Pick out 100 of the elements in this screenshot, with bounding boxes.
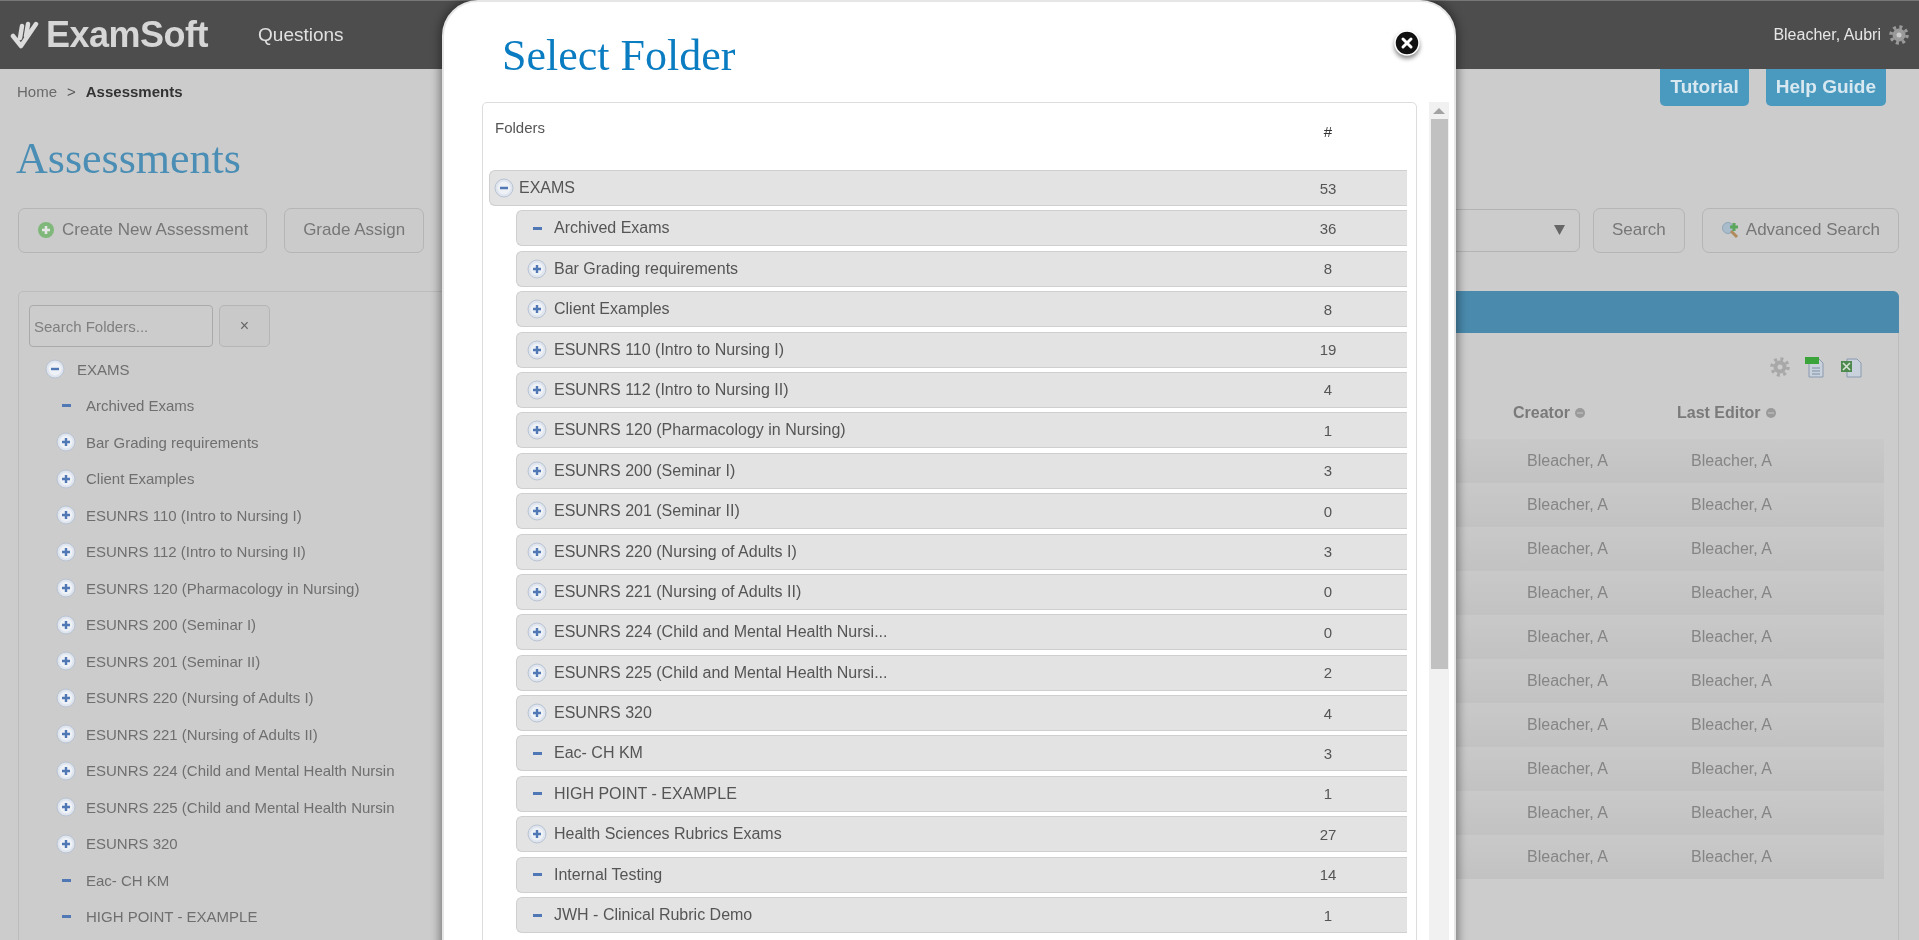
expand-icon[interactable]	[527, 662, 547, 683]
folder-name: EXAMS	[519, 179, 576, 197]
close-button[interactable]	[1394, 30, 1420, 56]
help-button[interactable]: Tutorial	[1660, 69, 1749, 106]
folder-row[interactable]: ESUNRS 225 (Child and Mental Health Nursi... 2	[516, 654, 1407, 691]
expand-icon[interactable]	[527, 420, 547, 441]
folder-name: ESUNRS 110 (Intro to Nursing I)	[554, 340, 785, 359]
csv-file-icon[interactable]	[1804, 356, 1826, 378]
dash-icon	[532, 873, 542, 877]
expand-icon[interactable]	[527, 703, 547, 724]
folder-count: 1	[1322, 906, 1334, 924]
column-header[interactable]: Creator	[1513, 404, 1677, 422]
expand-icon[interactable]	[527, 581, 547, 602]
folder-row[interactable]: ESUNRS 221 (Nursing of Adults II) 0	[516, 573, 1407, 610]
table-cell-text: Bleacher, A	[1691, 804, 1773, 822]
folder-name[interactable]: ESUNRS 200 (Seminar I)	[86, 616, 257, 634]
folder-row[interactable]: JWH - Clinical Rubric Demo 1	[516, 897, 1407, 934]
nav-link[interactable]: Questions	[258, 24, 344, 46]
collapse-icon[interactable]	[494, 178, 514, 198]
folder-name[interactable]: ESUNRS 221 (Nursing of Adults II)	[86, 725, 318, 743]
expand-icon[interactable]	[56, 614, 76, 635]
folder-name[interactable]: ESUNRS 201 (Seminar II)	[86, 652, 261, 670]
breadcrumb-link[interactable]: Home	[17, 83, 57, 100]
folder-name: Archived Exams	[554, 219, 671, 238]
folder-row[interactable]: Internal Testing 14	[516, 856, 1407, 893]
scrollbar[interactable]	[1429, 102, 1449, 940]
table-cell-text: Bleacher, A	[1527, 760, 1609, 778]
folder-row[interactable]: ESUNRS 320 4	[516, 695, 1407, 732]
settings-icon[interactable]	[1889, 25, 1909, 45]
folder-name[interactable]: EXAMS	[77, 360, 130, 378]
folder-row[interactable]: ESUNRS 200 (Seminar I) 3	[516, 452, 1407, 489]
folder-count: 14	[1318, 866, 1338, 884]
table-cell-text: Bleacher, A	[1527, 628, 1609, 646]
expand-icon[interactable]	[527, 299, 547, 320]
expand-icon[interactable]	[56, 578, 76, 599]
dialog-title: Select Folder	[502, 30, 736, 81]
expand-icon[interactable]	[527, 460, 547, 481]
folder-name[interactable]: ESUNRS 320	[86, 835, 178, 853]
folder-count: 0	[1322, 502, 1334, 520]
folder-name[interactable]: ESUNRS 224 (Child and Mental Health Nursin	[86, 762, 395, 780]
folder-row[interactable]: ESUNRS 120 (Pharmacology in Nursing) 1	[516, 412, 1407, 449]
advanced-search-button[interactable]: Advanced Search	[1701, 207, 1899, 253]
expand-icon[interactable]	[56, 541, 76, 562]
folder-row[interactable]: ESUNRS 201 (Seminar II) 0	[516, 493, 1407, 530]
folder-name[interactable]: Archived Exams	[86, 397, 195, 415]
folder-name: ESUNRS 225 (Child and Mental Health Nursi...	[554, 663, 889, 682]
folder-row[interactable]: ESUNRS 110 (Intro to Nursing I) 19	[516, 331, 1407, 368]
help-button[interactable]: Help Guide	[1765, 69, 1886, 106]
expand-icon[interactable]	[527, 379, 547, 400]
folder-row[interactable]: ESUNRS 220 (Nursing of Adults I) 3	[516, 533, 1407, 570]
toolbar-button[interactable]: Create New Assessment	[18, 207, 268, 253]
expand-icon[interactable]	[56, 797, 76, 818]
expand-icon[interactable]	[527, 258, 547, 279]
folder-name[interactable]: ESUNRS 120 (Pharmacology in Nursing)	[86, 579, 360, 597]
folder-name: ESUNRS 221 (Nursing of Adults II)	[554, 582, 803, 601]
folder-row[interactable]: ESUNRS 112 (Intro to Nursing II) 4	[516, 371, 1407, 408]
folder-name[interactable]: Client Examples	[86, 470, 195, 488]
folder-name: ESUNRS 224 (Child and Mental Health Nursi...	[554, 623, 889, 642]
folder-row[interactable]: ESUNRS 224 (Child and Mental Health Nursi... 0	[516, 614, 1407, 651]
folder-count: 0	[1322, 583, 1334, 601]
folder-name[interactable]: ESUNRS 110 (Intro to Nursing I)	[86, 506, 302, 524]
folder-row[interactable]: Health Sciences Rubrics Exams 27	[516, 816, 1407, 853]
table-cell-text: Bleacher, A	[1691, 848, 1773, 866]
folder-row[interactable]: Eac- CH KM 3	[516, 735, 1407, 772]
user-name[interactable]: Bleacher, Aubri	[1773, 26, 1881, 44]
folder-name[interactable]: ESUNRS 112 (Intro to Nursing II)	[86, 543, 306, 561]
expand-icon[interactable]	[56, 724, 76, 745]
expand-icon[interactable]	[56, 687, 76, 708]
folder-name[interactable]: HIGH POINT - EXAMPLE	[86, 908, 258, 926]
toolbar-button[interactable]: Search	[1592, 207, 1685, 253]
expand-icon[interactable]	[56, 505, 76, 526]
expand-icon[interactable]	[56, 651, 76, 672]
expand-icon[interactable]	[56, 468, 76, 489]
expand-icon[interactable]	[527, 339, 547, 360]
folder-row[interactable]: HIGH POINT - EXAMPLE 1	[516, 775, 1407, 812]
folder-name[interactable]: Bar Grading requirements	[86, 433, 259, 451]
folder-row[interactable]: Archived Exams 36	[516, 210, 1407, 247]
expand-icon[interactable]	[56, 432, 76, 453]
clear-search-button[interactable]: ×	[219, 305, 270, 347]
expand-icon[interactable]	[527, 501, 547, 522]
column-header[interactable]: Last Editor	[1677, 404, 1870, 422]
folder-count: 8	[1322, 260, 1334, 278]
toolbar-button[interactable]: Grade Assign	[284, 207, 425, 253]
folder-count: 53	[1318, 179, 1338, 197]
folder-name[interactable]: Eac- CH KM	[86, 871, 170, 889]
folder-name[interactable]: ESUNRS 220 (Nursing of Adults I)	[86, 689, 314, 707]
excel-file-icon[interactable]	[1840, 356, 1862, 378]
expand-icon[interactable]	[527, 622, 547, 643]
folder-search-field[interactable]: Search Folders...	[29, 305, 213, 347]
expand-icon[interactable]	[527, 541, 547, 562]
folder-row[interactable]: Bar Grading requirements 8	[516, 250, 1407, 287]
folder-name[interactable]: ESUNRS 225 (Child and Mental Health Nursin	[86, 798, 395, 816]
folder-row[interactable]: Client Examples 8	[516, 291, 1407, 328]
expand-icon[interactable]	[527, 824, 547, 845]
expand-icon[interactable]	[56, 760, 76, 781]
folder-count: 36	[1318, 219, 1338, 237]
expand-icon[interactable]	[56, 833, 76, 854]
table-cell-text: Bleacher, A	[1691, 540, 1773, 558]
collapse-icon[interactable]	[45, 359, 65, 380]
folder-row[interactable]: EXAMS 53	[489, 170, 1407, 206]
